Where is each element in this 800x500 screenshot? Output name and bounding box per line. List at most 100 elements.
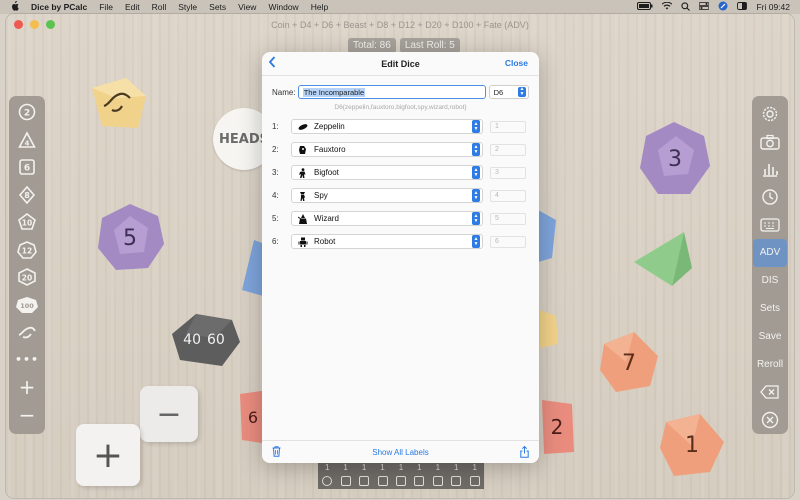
beast-die[interactable] xyxy=(88,76,148,130)
close-window-button[interactable] xyxy=(14,20,23,29)
menu-help[interactable]: Help xyxy=(311,2,328,12)
reroll-button[interactable]: Reroll xyxy=(753,350,787,378)
more-dice-button[interactable]: ••• xyxy=(13,348,41,373)
add-d6-button[interactable]: 6 xyxy=(13,155,41,180)
menu-style[interactable]: Style xyxy=(178,2,197,12)
bigfoot-icon xyxy=(298,167,308,178)
settings-button[interactable] xyxy=(753,100,787,128)
wifi-icon[interactable] xyxy=(661,1,673,12)
d12-right-purple-die[interactable]: 3 xyxy=(638,120,712,198)
close-button[interactable]: Close xyxy=(505,58,528,68)
delete-button[interactable] xyxy=(753,378,787,406)
face-select-1[interactable]: Zeppelin ▲ ▼ xyxy=(291,119,483,134)
minimize-window-button[interactable] xyxy=(30,20,39,29)
face-select-4[interactable]: Spy ▲ ▼ xyxy=(291,188,483,203)
show-all-labels-button[interactable]: Show All Labels xyxy=(372,448,428,457)
menu-app-name[interactable]: Dice by PCalc xyxy=(31,2,87,12)
save-button[interactable]: Save xyxy=(753,322,787,350)
face-value-field-5[interactable]: 5 xyxy=(490,212,526,225)
fate-minus-face: − xyxy=(156,396,182,432)
face-value-field-1[interactable]: 1 xyxy=(490,120,526,133)
add-coin-button[interactable]: 2 xyxy=(13,100,41,125)
apple-logo-icon[interactable] xyxy=(11,0,21,13)
strip-d8[interactable]: 1 xyxy=(395,463,406,486)
d6-yellow-die-right[interactable] xyxy=(540,310,558,348)
d12-purple-die[interactable]: 5 xyxy=(94,202,166,274)
face-select-2[interactable]: Fauxtoro ▲ ▼ xyxy=(291,142,483,157)
menu-roll[interactable]: Roll xyxy=(152,2,167,12)
fate-minus-die[interactable]: − xyxy=(140,386,198,442)
menu-view[interactable]: View xyxy=(238,2,256,12)
trash-icon[interactable] xyxy=(272,446,281,460)
window-controls xyxy=(14,20,55,29)
battery-icon[interactable] xyxy=(637,2,653,12)
clear-button[interactable] xyxy=(753,406,787,434)
search-icon[interactable] xyxy=(681,1,691,13)
face-row-6: 6: Robot ▲ ▼ 6 xyxy=(272,233,526,250)
menubar-toggle-icon[interactable] xyxy=(737,2,748,12)
strip-fate[interactable]: 1 xyxy=(469,463,480,486)
strip-d4[interactable]: 1 xyxy=(340,463,351,486)
add-d20-button[interactable]: 20 xyxy=(13,265,41,290)
face-value-field-2[interactable]: 2 xyxy=(490,143,526,156)
zoom-window-button[interactable] xyxy=(46,20,55,29)
back-chevron-icon[interactable] xyxy=(268,55,276,71)
user-icon[interactable] xyxy=(718,1,728,13)
menubar-status: Fri 09:42 xyxy=(637,1,800,13)
strip-d12[interactable]: 1 xyxy=(414,463,425,486)
camera-button[interactable] xyxy=(753,128,787,156)
menu-window[interactable]: Window xyxy=(268,2,298,12)
strip-coin[interactable]: 1 xyxy=(322,463,333,486)
d10-orange-die[interactable]: 7 xyxy=(596,330,662,396)
d20-label: 20 xyxy=(22,274,32,283)
d10-orange-die-2[interactable]: 1 xyxy=(656,412,728,478)
select-chevrons-icon: ▲ ▼ xyxy=(472,143,480,156)
dice-toolbar: 2 4 6 8 10 12 20 100 ••• + − xyxy=(9,96,45,434)
d6-red-left-face: 6 xyxy=(247,407,259,427)
name-field[interactable]: The Incomparable xyxy=(297,85,486,99)
sets-button[interactable]: Sets xyxy=(753,295,787,323)
d12-label: 12 xyxy=(22,246,32,255)
remove-die-button[interactable]: − xyxy=(13,403,41,428)
dis-button[interactable]: DIS xyxy=(753,267,787,295)
add-d12-button[interactable]: 12 xyxy=(13,238,41,263)
die-type-select[interactable]: D6 ▲ ▼ xyxy=(488,85,529,99)
gear-icon xyxy=(762,106,778,122)
add-d4-button[interactable]: 4 xyxy=(13,128,41,153)
face-select-6[interactable]: Robot ▲ ▼ xyxy=(291,234,483,249)
select-chevrons-icon: ▲ ▼ xyxy=(472,120,480,133)
control-center-icon[interactable] xyxy=(699,2,710,12)
d20-blue-die-right[interactable] xyxy=(538,210,558,262)
history-button[interactable] xyxy=(753,183,787,211)
face-value-field-4[interactable]: 4 xyxy=(490,189,526,202)
menu-sets[interactable]: Sets xyxy=(209,2,226,12)
add-d10-button[interactable]: 10 xyxy=(13,210,41,235)
face-row-2: 2: Fauxtoro ▲ ▼ 2 xyxy=(272,141,526,158)
strip-d100[interactable]: 1 xyxy=(451,463,462,486)
face-number-1: 1: xyxy=(272,122,279,131)
stats-button[interactable] xyxy=(753,156,787,184)
add-d100-button[interactable]: 100 xyxy=(13,293,41,318)
face-value-field-3[interactable]: 3 xyxy=(490,166,526,179)
keyboard-button[interactable] xyxy=(753,211,787,239)
face-select-3[interactable]: Bigfoot ▲ ▼ xyxy=(291,165,483,180)
strip-d6[interactable]: 1 xyxy=(359,463,370,486)
face-select-5[interactable]: Wizard ▲ ▼ xyxy=(291,211,483,226)
menu-file[interactable]: File xyxy=(99,2,113,12)
add-beast-die-button[interactable] xyxy=(13,320,41,345)
strip-d20[interactable]: 1 xyxy=(432,463,443,486)
d8-red-die[interactable]: 2 xyxy=(538,398,576,456)
face-value-field-6[interactable]: 6 xyxy=(490,235,526,248)
share-icon[interactable] xyxy=(520,445,529,461)
plus-icon: + xyxy=(18,375,36,400)
add-die-button[interactable]: + xyxy=(13,375,41,400)
menubar-clock[interactable]: Fri 09:42 xyxy=(756,2,790,12)
d6-icon xyxy=(359,475,370,486)
adv-button[interactable]: ADV xyxy=(753,238,787,267)
d100-gray-die[interactable]: 40 60 xyxy=(166,310,242,370)
menu-edit[interactable]: Edit xyxy=(125,2,140,12)
add-d8-button[interactable]: 8 xyxy=(13,183,41,208)
fate-plus-die[interactable]: + xyxy=(76,424,140,486)
strip-beast[interactable]: 1 xyxy=(377,463,388,486)
d4-green-die[interactable] xyxy=(628,230,694,288)
